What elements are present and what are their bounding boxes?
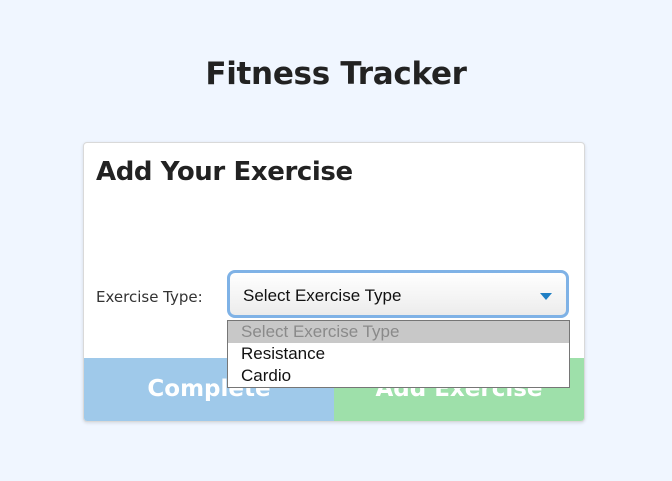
exercise-type-select[interactable]: Select Exercise Type xyxy=(227,270,569,318)
exercise-type-selected-value: Select Exercise Type xyxy=(243,286,402,305)
dropdown-option-resistance[interactable]: Resistance xyxy=(228,343,569,365)
page-title: Fitness Tracker xyxy=(205,56,467,92)
dropdown-option-cardio[interactable]: Cardio xyxy=(228,365,569,387)
exercise-type-dropdown-list: Select Exercise Type Resistance Cardio xyxy=(227,320,570,388)
dropdown-option-placeholder[interactable]: Select Exercise Type xyxy=(228,321,569,343)
card-heading: Add Your Exercise xyxy=(96,157,353,187)
exercise-type-label: Exercise Type: xyxy=(96,288,203,306)
chevron-down-icon xyxy=(540,293,552,300)
